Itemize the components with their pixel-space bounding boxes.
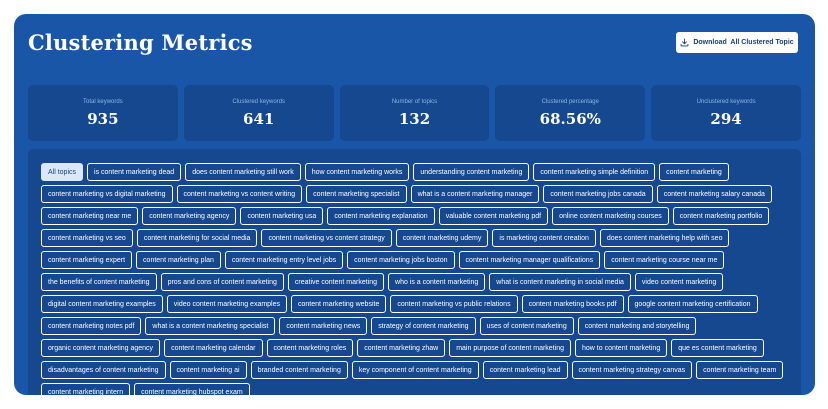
topic-chip[interactable]: what is content marketing in social medi… — [489, 273, 631, 291]
topic-chip[interactable]: content marketing and storytelling — [577, 317, 697, 335]
stat-card-total-keywords: Total keywords 935 — [28, 85, 178, 141]
topic-chip[interactable]: content marketing salary canada — [656, 185, 772, 203]
topic-chip[interactable]: uses of content marketing — [479, 317, 574, 335]
topic-chip[interactable]: content marketing explanation — [327, 207, 435, 225]
topic-chip[interactable]: organic content marketing agency — [41, 339, 161, 357]
stat-card-unclustered-keywords: Unclustered keywords 294 — [651, 85, 801, 141]
stats-row: Total keywords 935 Clustered keywords 64… — [28, 85, 801, 141]
download-all-clustered-topic-button[interactable]: Download All Clustered Topic — [676, 32, 798, 53]
topic-chip[interactable]: content marketing lead — [482, 361, 568, 379]
stat-value: 935 — [87, 109, 119, 128]
topic-chip[interactable]: content marketing manager qualifications — [458, 251, 601, 269]
topic-chip-all[interactable]: All topics — [41, 163, 84, 181]
topic-chip[interactable]: content marketing udemy — [395, 229, 489, 247]
topic-chip[interactable]: content marketing intern — [41, 383, 131, 395]
topic-chip[interactable]: creative content marketing — [287, 273, 385, 291]
stat-card-clustered-percentage: Clustered percentage 68.56% — [495, 85, 646, 141]
topic-chip[interactable]: google content marketing certification — [627, 295, 758, 313]
stat-card-clustered-keywords: Clustered keywords 641 — [183, 85, 334, 141]
stat-label: Number of topics — [391, 98, 438, 105]
topic-chip[interactable]: content marketing agency — [142, 207, 237, 225]
topic-chip[interactable]: the benefits of content marketing — [41, 273, 157, 291]
topic-chip[interactable]: content marketing strategy canvas — [571, 361, 693, 379]
topic-chip[interactable]: content marketing jobs boston — [347, 251, 455, 269]
stat-label: Unclustered keywords — [696, 98, 756, 105]
topic-chip[interactable]: how content marketing works — [304, 163, 410, 181]
topic-chip[interactable]: content marketing vs public relations — [390, 295, 518, 313]
topic-chip[interactable]: content marketing entry level jobs — [224, 251, 344, 269]
topic-chip[interactable]: is marketing content creation — [492, 229, 596, 247]
topics-panel: All topics is content marketing dead does … — [28, 149, 801, 395]
page-title: Clustering Metrics — [28, 30, 253, 55]
topic-chip[interactable]: content marketing plan — [136, 251, 221, 269]
stat-label: Clustered keywords — [232, 98, 286, 105]
topic-chip[interactable]: valuable content marketing pdf — [438, 207, 549, 225]
topic-chip[interactable]: understanding content marketing — [413, 163, 530, 181]
stat-value: 68.56% — [539, 109, 601, 128]
topic-chip[interactable]: main purpose of content marketing — [449, 339, 571, 357]
topic-chip[interactable]: content marketing course near me — [604, 251, 725, 269]
topic-chip[interactable]: content marketing roles — [266, 339, 354, 357]
topic-chip[interactable]: content marketing expert — [41, 251, 133, 269]
topic-chip[interactable]: is content marketing dead — [87, 163, 182, 181]
stat-value: 641 — [243, 109, 275, 128]
topic-chip[interactable]: does content marketing still work — [185, 163, 301, 181]
topic-chip[interactable]: content marketing team — [696, 361, 784, 379]
download-button-label: Download All Clustered Topic — [693, 39, 794, 46]
topic-chip[interactable]: how to content marketing — [575, 339, 668, 357]
topic-chip[interactable]: who is a content marketing — [388, 273, 486, 291]
topic-chip[interactable]: content marketing vs digital marketing — [41, 185, 173, 203]
clustering-metrics-panel: Clustering Metrics Download All Clustere… — [14, 14, 815, 395]
topic-chip[interactable]: content marketing hubspot exam — [134, 383, 250, 395]
download-icon — [680, 38, 689, 47]
topic-chip[interactable]: que es content marketing — [671, 339, 764, 357]
topic-chip[interactable]: key component of content marketing — [351, 361, 479, 379]
topic-chip[interactable]: digital content marketing examples — [41, 295, 163, 313]
topic-chip[interactable]: branded content marketing — [250, 361, 348, 379]
topic-chip[interactable]: content marketing for social media — [136, 229, 258, 247]
topic-chip[interactable]: content marketing usa — [240, 207, 324, 225]
topic-chip[interactable]: video content marketing examples — [166, 295, 288, 313]
stat-label: Clustered percentage — [541, 98, 599, 105]
topic-chip[interactable]: what is a content marketing manager — [410, 185, 540, 203]
topic-chip[interactable]: content marketing news — [279, 317, 368, 335]
topic-chip[interactable]: strategy of content marketing — [371, 317, 476, 335]
topic-chip[interactable]: content marketing vs seo — [41, 229, 133, 247]
topic-chip[interactable]: content marketing zhaw — [357, 339, 446, 357]
topic-chip[interactable]: does content marketing help with seo — [599, 229, 730, 247]
topic-chip[interactable]: content marketing ai — [169, 361, 247, 379]
topic-chip[interactable]: pros and cons of content marketing — [160, 273, 284, 291]
topic-chip[interactable]: content marketing books pdf — [521, 295, 624, 313]
topic-chip[interactable]: content marketing simple definition — [533, 163, 656, 181]
topic-chip[interactable]: disadvantages of content marketing — [41, 361, 166, 379]
topic-chip[interactable]: what is a content marketing specialist — [145, 317, 276, 335]
topic-chip[interactable]: video content marketing — [634, 273, 724, 291]
topic-chip[interactable]: content marketing near me — [41, 207, 139, 225]
topic-chip[interactable]: content marketing notes pdf — [41, 317, 142, 335]
topic-chip[interactable]: content marketing vs content strategy — [261, 229, 392, 247]
topic-chip[interactable]: content marketing portfolio — [672, 207, 770, 225]
topic-chip[interactable]: online content marketing courses — [552, 207, 669, 225]
stat-card-number-of-topics: Number of topics 132 — [339, 85, 490, 141]
topic-chip[interactable]: content marketing — [659, 163, 729, 181]
topic-chip[interactable]: content marketing vs content writing — [176, 185, 303, 203]
topic-chip[interactable]: content marketing calendar — [164, 339, 263, 357]
stat-value: 132 — [398, 109, 431, 128]
topic-chip[interactable]: content marketing jobs canada — [543, 185, 653, 203]
topic-chip[interactable]: content marketing specialist — [306, 185, 407, 203]
topic-chip-list: All topics is content marketing dead does … — [41, 163, 793, 395]
stat-value: 294 — [710, 109, 742, 128]
stat-label: Total keywords — [83, 98, 123, 105]
topic-chip[interactable]: content marketing website — [291, 295, 387, 313]
